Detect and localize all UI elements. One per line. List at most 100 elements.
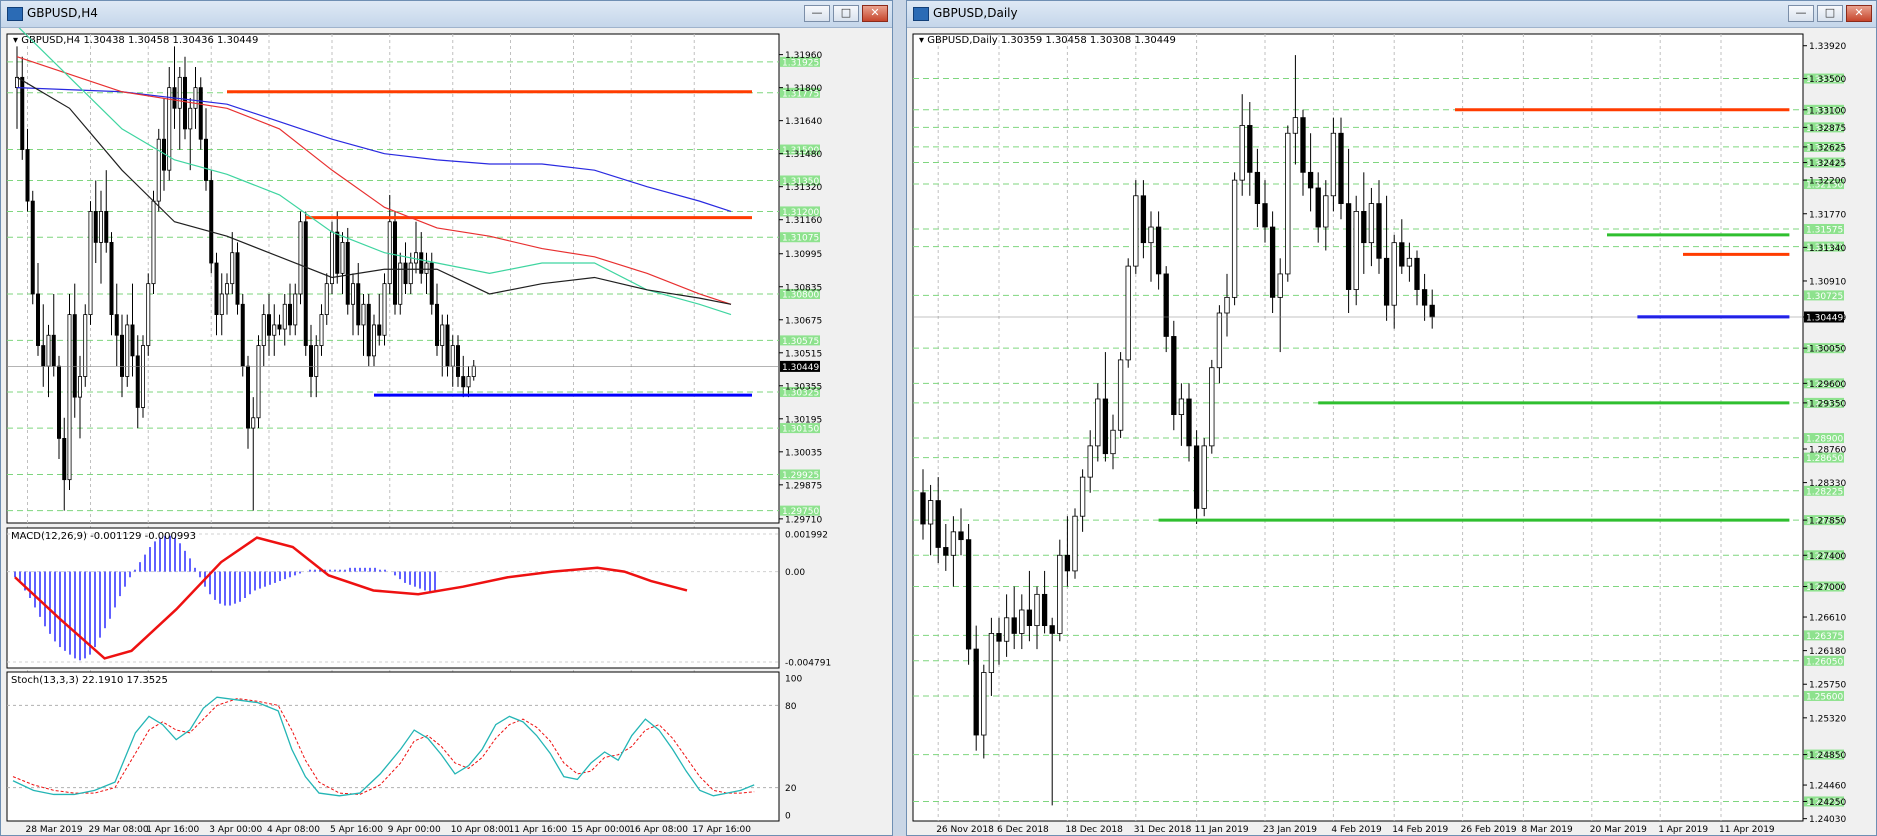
- daily-candle-body: [1224, 296, 1230, 314]
- h4-ytick-label: 1.31160: [785, 216, 822, 226]
- h4-xtick-label: 16 Apr 08:00: [629, 825, 688, 835]
- close-button[interactable]: ✕: [1846, 5, 1872, 22]
- daily-candle-body: [1345, 203, 1352, 290]
- h4-candle-body: [62, 438, 67, 481]
- daily-ytick-label: 1.30050: [1809, 345, 1846, 355]
- h4-candle-body: [413, 252, 418, 264]
- daily-candle-body: [1429, 304, 1435, 318]
- daily-ytick-label: 1.24250: [1809, 798, 1846, 808]
- daily-candle-body: [1171, 336, 1177, 416]
- h4-xtick-label: 11 Apr 16:00: [509, 825, 568, 835]
- maximize-button[interactable]: □: [833, 5, 859, 22]
- titlebar-daily[interactable]: GBPUSD,Daily — □ ✕: [907, 1, 1876, 28]
- h4-candle-body: [329, 231, 334, 285]
- daily-ytick-label: 1.29350: [1809, 399, 1846, 409]
- h4-candle-body: [403, 262, 408, 285]
- h4-candle-body: [377, 324, 382, 336]
- daily-candle-body: [1087, 445, 1093, 478]
- daily-candle-body: [1353, 211, 1359, 290]
- daily-candle-body: [1079, 476, 1086, 517]
- daily-xtick-label: 20 Mar 2019: [1590, 825, 1647, 835]
- daily-xtick-label: 14 Feb 2019: [1392, 825, 1448, 835]
- macd-plot-bg: [6, 527, 780, 669]
- stoch-plot-bg: [6, 671, 780, 822]
- h4-candle-body: [78, 376, 83, 398]
- h4-candle-body: [57, 365, 62, 439]
- daily-candle-body: [1239, 125, 1245, 181]
- daily-ytick-label: 1.33920: [1809, 42, 1846, 52]
- daily-candle-body: [1315, 187, 1321, 228]
- h4-candle-body: [266, 314, 271, 336]
- h4-candle-body: [135, 355, 140, 408]
- daily-candle-body: [1231, 179, 1238, 298]
- h4-candle-body: [125, 324, 130, 377]
- titlebar-h4[interactable]: GBPUSD,H4 — □ ✕: [1, 1, 892, 28]
- daily-candle-body: [1034, 593, 1040, 627]
- h4-candle-body: [151, 200, 156, 285]
- minimize-button[interactable]: —: [804, 5, 830, 22]
- daily-candle-body: [1186, 398, 1192, 447]
- h4-candle-body: [177, 76, 182, 109]
- daily-xtick-label: 11 Apr 2019: [1719, 825, 1775, 835]
- daily-ytick-label: 1.26610: [1809, 614, 1846, 624]
- h4-chart-area[interactable]: 1.319251.317751.315001.313501.312001.310…: [1, 28, 894, 836]
- daily-ytick-label: 1.24460: [1809, 782, 1846, 792]
- daily-candle-body: [1285, 132, 1291, 275]
- h4-candle-body: [156, 138, 161, 202]
- daily-candle-body: [1406, 257, 1413, 267]
- h4-header: ▾ GBPUSD,H4 1.30438 1.30458 1.30436 1.30…: [13, 35, 258, 46]
- daily-current-price-label: 1.30449: [1806, 313, 1843, 323]
- daily-ytick-label: 1.24030: [1809, 815, 1846, 825]
- h4-level-label: 1.30150: [782, 425, 819, 435]
- h4-candle-body: [387, 221, 392, 285]
- maximize-button[interactable]: □: [1817, 5, 1843, 22]
- daily-candle-body: [1391, 242, 1397, 306]
- h4-candle-body: [93, 211, 98, 243]
- h4-candle-body: [298, 221, 303, 295]
- daily-xtick-label: 4 Feb 2019: [1331, 825, 1382, 835]
- h4-ytick-label: 1.30355: [785, 382, 822, 392]
- chart-window-daily[interactable]: GBPUSD,Daily — □ ✕ 1.33500 1.33100 1.32875…: [906, 0, 1877, 836]
- h4-xtick-label: 28 Mar 2019: [26, 825, 83, 835]
- h4-candle-body: [424, 262, 429, 274]
- h4-candle-body: [235, 252, 240, 305]
- daily-ytick-label: 1.31770: [1809, 210, 1846, 220]
- daily-chart-area[interactable]: 1.335001.331001.328751.326251.324251.321…: [907, 28, 1877, 836]
- daily-candle-body: [1376, 203, 1382, 259]
- h4-candle-body: [72, 314, 77, 398]
- daily-candle-body: [1338, 132, 1344, 204]
- daily-level-label: 1.28900: [1806, 435, 1843, 445]
- daily-xtick-label: 6 Dec 2018: [997, 825, 1049, 835]
- daily-candle-body: [1414, 257, 1420, 290]
- h4-candle-body: [450, 345, 455, 367]
- daily-plot-bg: [912, 33, 1804, 822]
- h4-candle-body: [356, 283, 361, 326]
- minimize-button[interactable]: —: [1788, 5, 1814, 22]
- h4-ytick-label: 1.31640: [785, 117, 822, 127]
- daily-ytick-label: 1.30910: [1809, 277, 1846, 287]
- daily-candle-body: [1269, 226, 1276, 298]
- daily-candle-body: [1383, 257, 1390, 306]
- daily-candle-body: [1049, 625, 1055, 634]
- daily-candle-body: [943, 547, 949, 556]
- h4-candle-body: [109, 241, 114, 316]
- h4-level-label: 1.30575: [782, 337, 819, 347]
- daily-candle-body: [1095, 398, 1101, 447]
- h4-ytick-label: 1.30835: [785, 283, 822, 293]
- h4-candle-body: [419, 252, 424, 274]
- stoch-ytick-label: 20: [785, 784, 797, 794]
- daily-candle-body: [1148, 226, 1154, 244]
- close-button[interactable]: ✕: [862, 5, 888, 22]
- h4-candle-body: [293, 293, 298, 326]
- chart-window-h4[interactable]: GBPUSD,H4 — □ ✕ 1.31925 1.31775 1.31500 1.3…: [0, 0, 893, 836]
- h4-candle-body: [251, 417, 256, 429]
- h4-candle-body: [282, 303, 287, 330]
- daily-candle-body: [1003, 617, 1010, 642]
- daily-level-label: 1.30725: [1806, 292, 1843, 302]
- h4-candle-body: [240, 303, 245, 367]
- h4-candle-body: [287, 303, 292, 326]
- daily-candle-body: [1323, 195, 1329, 228]
- macd-header: MACD(12,26,9) -0.001129 -0.000993: [11, 531, 196, 542]
- h4-candle-body: [314, 345, 319, 377]
- daily-candle-body: [958, 531, 964, 541]
